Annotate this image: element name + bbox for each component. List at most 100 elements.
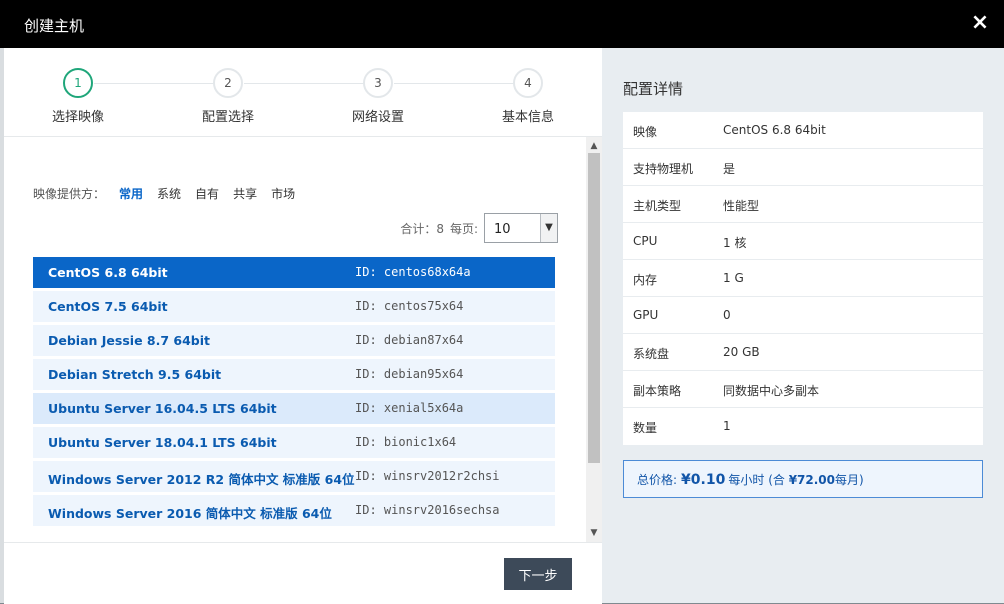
- details-table: 映像 CentOS 6.8 64bit 支持物理机 是 主机类型 性能型 CPU 1 核…: [623, 112, 983, 445]
- config-details-panel: 配置详情 映像 CentOS 6.8 64bit 支持物理机 是 主机类型 性能型 C…: [602, 48, 1004, 603]
- per-page-select[interactable]: 10 ▼: [484, 213, 558, 243]
- provider-option-own[interactable]: 自有: [195, 185, 219, 202]
- image-name: Ubuntu Server 16.04.5 LTS 64bit: [48, 401, 277, 416]
- per-page-value: 10: [494, 222, 511, 237]
- price-unit: 每小时: [728, 473, 765, 487]
- step-basic-info[interactable]: 4 基本信息: [478, 68, 578, 125]
- image-name: Debian Jessie 8.7 64bit: [48, 333, 210, 348]
- per-page-label: 每页:: [449, 221, 478, 236]
- detail-key: 数量: [633, 421, 658, 435]
- step-number: 2: [213, 68, 243, 98]
- scrollbar-thumb[interactable]: [588, 153, 600, 463]
- detail-key: 副本策略: [633, 384, 682, 398]
- price-line: 总价格: ¥0.10 每小时 (合 ¥72.00每月): [637, 471, 864, 488]
- price-value: ¥0.10: [681, 472, 726, 488]
- detail-row: CPU 1 核: [623, 223, 983, 260]
- step-label: 基本信息: [501, 110, 554, 125]
- detail-row: 系统盘 20 GB: [623, 334, 983, 371]
- detail-row: 主机类型 性能型: [623, 186, 983, 223]
- detail-value: 0: [723, 308, 731, 322]
- image-row[interactable]: Ubuntu Server 16.04.5 LTS 64bit ID: xeni…: [33, 393, 555, 424]
- step-label: 网络设置: [351, 110, 404, 125]
- dialog-title: 创建主机: [24, 17, 85, 35]
- detail-key: 支持物理机: [633, 162, 694, 176]
- detail-key: 系统盘: [633, 347, 670, 361]
- wizard-steps: 1 选择映像 2 配置选择 3 网络设置 4 基本信息: [4, 48, 602, 137]
- image-selection-content: 映像提供方： 常用 系统 自有 共享 市场 合计：8 每页: 10 ▼ CentOS 6.8 6…: [4, 137, 586, 542]
- price-total-suffix: 每月): [835, 473, 864, 487]
- image-id: ID: debian95x64: [355, 367, 464, 381]
- provider-option-system[interactable]: 系统: [157, 185, 181, 202]
- close-icon[interactable]: ×: [968, 11, 992, 35]
- detail-row: 内存 1 G: [623, 260, 983, 297]
- image-provider-filter: 映像提供方： 常用 系统 自有 共享 市场: [33, 185, 295, 202]
- step-number: 3: [363, 68, 393, 98]
- price-total-value: ¥72.00: [788, 473, 836, 487]
- total-price-box: 总价格: ¥0.10 每小时 (合 ¥72.00每月): [623, 460, 983, 498]
- image-row[interactable]: Windows Server 2016 简体中文 标准版 64位 ID: win…: [33, 495, 555, 526]
- step-number: 4: [513, 68, 543, 98]
- image-row[interactable]: Debian Jessie 8.7 64bit ID: debian87x64: [33, 325, 555, 356]
- image-name: CentOS 6.8 64bit: [48, 265, 168, 280]
- provider-option-shared[interactable]: 共享: [233, 185, 257, 202]
- image-id: ID: winsrv2012r2chsi: [355, 469, 500, 483]
- details-title: 配置详情: [623, 80, 684, 98]
- detail-value: 1 核: [723, 236, 747, 250]
- step-select-image[interactable]: 1 选择映像: [28, 68, 128, 125]
- image-id: ID: bionic1x64: [355, 435, 457, 449]
- image-row[interactable]: CentOS 7.5 64bit ID: centos75x64: [33, 291, 555, 322]
- detail-key: 内存: [633, 273, 658, 287]
- image-id: ID: winsrv2016sechsa: [355, 503, 500, 517]
- image-name: CentOS 7.5 64bit: [48, 299, 168, 314]
- scroll-down-arrow-icon[interactable]: ▼: [586, 526, 602, 540]
- detail-row: 副本策略 同数据中心多副本: [623, 371, 983, 408]
- provider-label: 映像提供方：: [33, 187, 106, 201]
- price-label: 总价格:: [637, 473, 678, 487]
- price-total-prefix: (合: [768, 473, 785, 487]
- step-number: 1: [63, 68, 93, 98]
- image-id: ID: xenial5x64a: [355, 401, 464, 415]
- step-label: 选择映像: [51, 110, 104, 125]
- detail-value: 同数据中心多副本: [723, 384, 820, 398]
- total-count: 合计：8: [400, 221, 444, 236]
- detail-value: 20 GB: [723, 345, 760, 359]
- pagination-controls: 合计：8 每页: 10 ▼: [400, 213, 558, 243]
- create-host-dialog: 创建主机 × 1 选择映像 2 配置选择 3 网络设置 4 基本信息 映像提供方…: [0, 0, 1004, 604]
- detail-key: CPU: [633, 234, 658, 248]
- image-list: CentOS 6.8 64bit ID: centos68x64a CentOS…: [33, 257, 555, 529]
- detail-key: GPU: [633, 308, 659, 322]
- image-name: Debian Stretch 9.5 64bit: [48, 367, 222, 382]
- image-row[interactable]: Debian Stretch 9.5 64bit ID: debian95x64: [33, 359, 555, 390]
- image-row[interactable]: CentOS 6.8 64bit ID: centos68x64a: [33, 257, 555, 288]
- wizard-panel: 1 选择映像 2 配置选择 3 网络设置 4 基本信息 映像提供方： 常用 系统 自有…: [4, 48, 602, 604]
- step-network-settings[interactable]: 3 网络设置: [328, 68, 428, 125]
- detail-value: 是: [723, 162, 736, 176]
- wizard-footer: 下一步: [4, 542, 602, 604]
- scroll-up-arrow-icon[interactable]: ▲: [586, 139, 602, 153]
- detail-key: 映像: [633, 125, 658, 139]
- image-id: ID: debian87x64: [355, 333, 464, 347]
- image-name: Windows Server 2016 简体中文 标准版 64位: [48, 506, 332, 521]
- step-label: 配置选择: [201, 110, 254, 125]
- image-name: Ubuntu Server 18.04.1 LTS 64bit: [48, 435, 277, 450]
- image-list-scrollbar[interactable]: ▲ ▼: [586, 137, 602, 542]
- dialog-titlebar: 创建主机 ×: [0, 0, 1004, 48]
- detail-row: 映像 CentOS 6.8 64bit: [623, 112, 983, 149]
- detail-value: 性能型: [723, 199, 760, 213]
- detail-row: 数量 1: [623, 408, 983, 445]
- step-config-select[interactable]: 2 配置选择: [178, 68, 278, 125]
- detail-value: 1: [723, 419, 731, 433]
- detail-value: CentOS 6.8 64bit: [723, 123, 826, 137]
- next-step-button[interactable]: 下一步: [504, 558, 572, 590]
- detail-key: 主机类型: [633, 199, 682, 213]
- detail-row: GPU 0: [623, 297, 983, 334]
- image-row[interactable]: Windows Server 2012 R2 简体中文 标准版 64位 ID: …: [33, 461, 555, 492]
- image-id: ID: centos68x64a: [355, 265, 471, 279]
- image-id: ID: centos75x64: [355, 299, 464, 313]
- provider-option-market[interactable]: 市场: [271, 185, 295, 202]
- provider-option-common[interactable]: 常用: [119, 185, 143, 202]
- image-name: Windows Server 2012 R2 简体中文 标准版 64位: [48, 472, 355, 487]
- chevron-down-icon[interactable]: ▼: [540, 214, 557, 242]
- image-row[interactable]: Ubuntu Server 18.04.1 LTS 64bit ID: bion…: [33, 427, 555, 458]
- detail-value: 1 G: [723, 271, 744, 285]
